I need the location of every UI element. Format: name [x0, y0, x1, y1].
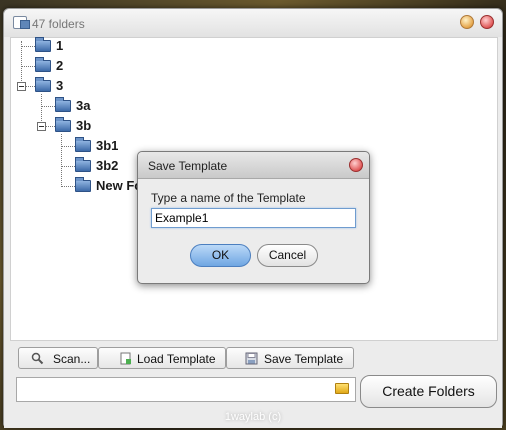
- copyright-footer: 1waylab (c): [224, 411, 282, 423]
- save-template-label: Save Template: [264, 352, 344, 366]
- save-icon: [245, 352, 258, 365]
- collapse-toggle[interactable]: [37, 122, 46, 131]
- folder-icon: [55, 97, 71, 112]
- tree-connector: [21, 41, 22, 87]
- dialog-prompt: Type a name of the Template: [151, 191, 306, 205]
- tree-node-label: 3b1: [96, 138, 119, 153]
- tree-node-label: 3a: [76, 98, 91, 113]
- bottom-bar: Scan... Load Template Save Template Crea…: [4, 341, 502, 428]
- tree-node-label: 1: [56, 38, 64, 53]
- scan-label: Scan...: [53, 352, 91, 366]
- dialog-close-button[interactable]: [349, 158, 363, 172]
- new-document-icon: [120, 352, 131, 365]
- app-icon: [13, 16, 30, 29]
- folder-icon: [75, 177, 91, 192]
- folder-icon: [55, 117, 71, 132]
- tree-node-label: 2: [56, 58, 64, 73]
- tree-connector: [61, 146, 75, 147]
- folder-icon: [35, 77, 51, 92]
- cancel-button[interactable]: Cancel: [257, 244, 318, 267]
- tree-connector: [26, 86, 35, 87]
- close-button[interactable]: [480, 15, 494, 29]
- title-bar[interactable]: 47 folders: [4, 9, 502, 37]
- tree-node-label: 3b2: [96, 158, 119, 173]
- tree-connector: [21, 66, 35, 67]
- magnifier-icon: [31, 352, 44, 365]
- dialog-title-bar[interactable]: Save Template: [138, 152, 369, 179]
- dialog-title: Save Template: [148, 159, 228, 173]
- template-name-input[interactable]: [151, 208, 356, 228]
- tree-node-label: 3: [56, 78, 64, 93]
- tree-connector: [41, 106, 55, 107]
- tree-node-label: 3b: [76, 118, 92, 133]
- tree-connector: [46, 126, 55, 127]
- tree-connector: [61, 134, 62, 187]
- create-folders-button[interactable]: Create Folders: [360, 375, 497, 408]
- load-template-button[interactable]: Load Template: [98, 347, 226, 369]
- collapse-toggle[interactable]: [17, 82, 26, 91]
- ok-button[interactable]: OK: [190, 244, 251, 267]
- folder-icon: [35, 37, 51, 52]
- tree-connector: [61, 166, 75, 167]
- window-title: 47 folders: [32, 17, 85, 31]
- tree-connector: [61, 186, 75, 187]
- load-template-label: Load Template: [137, 352, 216, 366]
- save-template-dialog: Save Template Type a name of the Templat…: [137, 151, 370, 284]
- folder-icon: [35, 57, 51, 72]
- folder-icon: [75, 157, 91, 172]
- folder-icon: [75, 137, 91, 152]
- browse-folder-icon[interactable]: [335, 383, 349, 394]
- scan-button[interactable]: Scan...: [18, 347, 98, 369]
- tree-connector: [21, 46, 35, 47]
- tree-node-label: New Fo: [96, 178, 143, 193]
- path-input[interactable]: [16, 377, 356, 402]
- minimize-button[interactable]: [460, 15, 474, 29]
- save-template-button[interactable]: Save Template: [226, 347, 354, 369]
